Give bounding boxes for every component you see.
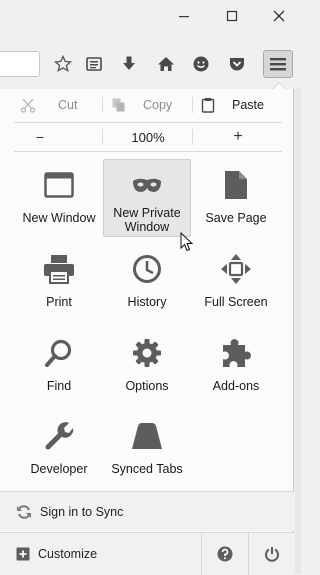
developer-label: Developer	[30, 462, 88, 476]
synced-tabs-button[interactable]: Synced Tabs	[103, 412, 191, 490]
edit-divider	[192, 97, 193, 113]
hamburger-menu-icon	[270, 58, 286, 71]
find-button[interactable]: Find	[15, 329, 103, 407]
hello-chat-icon	[193, 56, 209, 72]
zoom-in-button[interactable]: +	[194, 123, 282, 151]
reading-list-icon	[86, 57, 102, 71]
help-button[interactable]	[202, 533, 248, 575]
new-window-icon	[44, 172, 74, 198]
maximize-icon	[226, 10, 238, 22]
zoom-out-button[interactable]: −	[20, 123, 100, 151]
developer-button[interactable]: Developer	[15, 412, 103, 490]
sign-in-to-sync-button[interactable]: Sign in to Sync	[0, 491, 294, 531]
main-menu-panel: Cut Copy Paste − 100% + New Window New P…	[0, 89, 294, 575]
printer-icon	[44, 255, 74, 284]
zoom-value: 100%	[131, 129, 165, 145]
options-gear-icon	[133, 339, 161, 367]
home-icon	[158, 57, 174, 71]
new-window-label: New Window	[22, 211, 96, 225]
url-bar[interactable]	[0, 51, 40, 77]
customize-plus-icon	[16, 547, 30, 560]
zoom-controls: − 100% +	[0, 123, 294, 151]
private-mask-icon	[133, 178, 161, 192]
edit-divider	[102, 97, 103, 113]
zoom-out-label: −	[35, 129, 45, 145]
close-window-button[interactable]	[266, 4, 292, 28]
addons-label: Add-ons	[212, 379, 260, 393]
paste-label: Paste	[232, 98, 264, 112]
close-icon	[273, 10, 285, 22]
nav-toolbar	[0, 40, 301, 88]
sign-in-label: Sign in to Sync	[40, 504, 124, 519]
full-screen-label: Full Screen	[204, 295, 268, 309]
options-button[interactable]: Options	[103, 329, 191, 407]
bookmark-star-button[interactable]	[52, 53, 74, 75]
divider	[14, 151, 282, 152]
quit-button[interactable]	[249, 533, 294, 575]
title-bar	[0, 0, 301, 34]
find-magnifier-icon	[45, 339, 72, 367]
developer-wrench-icon	[45, 422, 74, 450]
customize-button[interactable]: Customize	[0, 533, 200, 574]
panel-footer: Customize	[0, 532, 294, 575]
copy-button[interactable]: Copy	[111, 89, 172, 121]
minimize-icon	[179, 16, 189, 18]
open-menu-button[interactable]	[263, 50, 293, 78]
reading-list-button[interactable]	[83, 53, 105, 75]
download-icon	[123, 56, 135, 70]
print-label: Print	[46, 295, 72, 309]
addons-button[interactable]: Add-ons	[192, 329, 280, 407]
save-page-button[interactable]: Save Page	[192, 161, 280, 239]
minimize-button[interactable]	[171, 4, 197, 28]
sync-icon	[17, 504, 31, 519]
paste-button[interactable]: Paste	[201, 89, 264, 121]
new-private-window-button[interactable]: New Private Window	[103, 159, 191, 237]
zoom-divider	[192, 129, 193, 145]
power-icon	[264, 547, 279, 562]
customize-label: Customize	[38, 546, 98, 561]
addons-puzzle-icon	[223, 339, 251, 367]
cut-label: Cut	[58, 98, 78, 112]
full-screen-button[interactable]: Full Screen	[192, 245, 280, 323]
hello-chat-button[interactable]	[190, 53, 212, 75]
copy-label: Copy	[143, 98, 173, 112]
print-button[interactable]: Print	[15, 245, 103, 323]
home-button[interactable]	[155, 53, 177, 75]
clipboard-icon	[201, 98, 215, 113]
history-button[interactable]: History	[103, 245, 191, 323]
history-label: History	[127, 295, 167, 309]
pocket-icon	[230, 58, 244, 71]
help-icon	[217, 546, 233, 562]
cut-button[interactable]: Cut	[20, 89, 77, 121]
history-clock-icon	[133, 255, 161, 283]
pocket-button[interactable]	[226, 53, 248, 75]
page-scrollbar[interactable]	[295, 89, 301, 574]
synced-tabs-label: Synced Tabs	[111, 462, 183, 476]
save-page-icon	[225, 171, 247, 199]
full-screen-icon	[221, 254, 251, 284]
scissors-icon	[20, 98, 36, 113]
options-label: Options	[125, 379, 169, 393]
find-label: Find	[46, 379, 72, 393]
edit-controls: Cut Copy Paste	[0, 89, 294, 121]
bookmark-star-icon	[54, 55, 72, 73]
new-window-button[interactable]: New Window	[15, 161, 103, 239]
copy-icon	[112, 98, 125, 112]
synced-tabs-icon	[132, 423, 162, 449]
new-private-window-label: New Private Window	[113, 206, 181, 234]
maximize-button[interactable]	[219, 4, 245, 28]
save-page-label: Save Page	[205, 211, 267, 225]
zoom-in-label: +	[233, 128, 243, 145]
download-button[interactable]	[118, 53, 140, 75]
zoom-divider	[102, 129, 103, 145]
zoom-reset-button[interactable]: 100%	[104, 123, 192, 151]
